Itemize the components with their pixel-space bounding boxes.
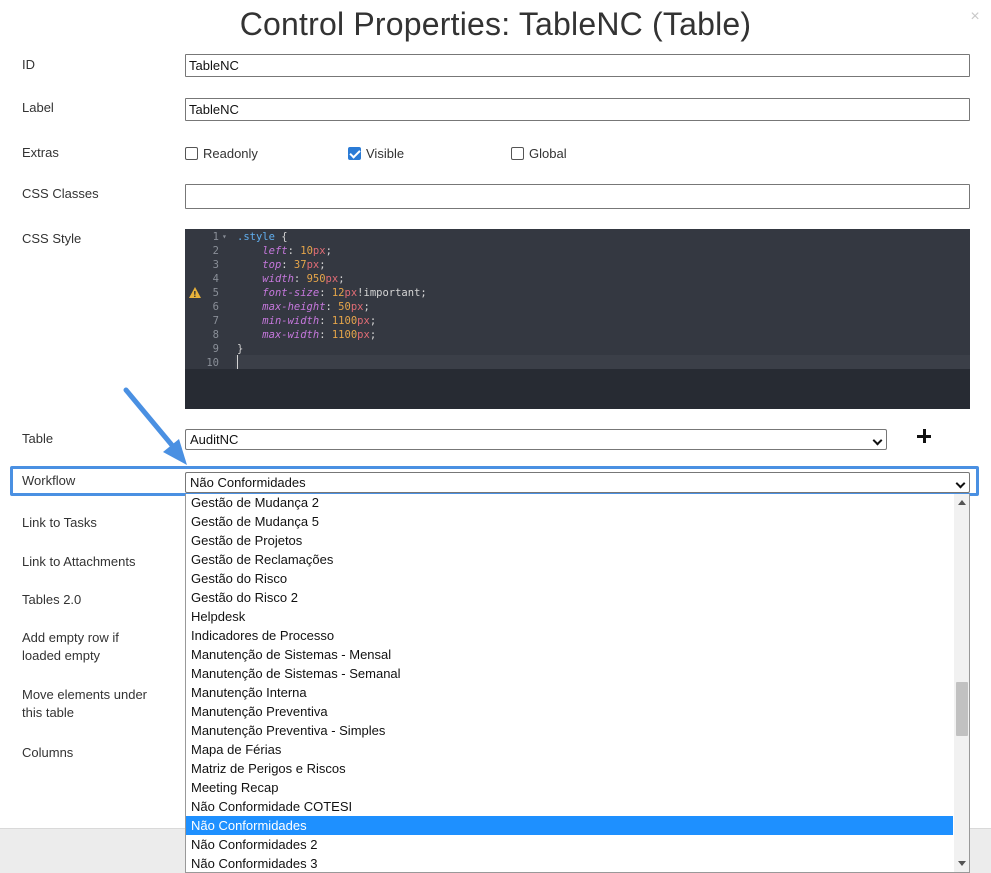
code-property: left [262, 245, 288, 257]
workflow-option[interactable]: Não Conformidades 3 [186, 854, 953, 872]
label-field[interactable] [185, 98, 970, 121]
workflow-option[interactable]: Gestão de Projetos [186, 531, 953, 550]
code-text: font-size: 12px!important; [262, 287, 427, 299]
code-number: 12 [331, 287, 345, 299]
tables2-label: Tables 2.0 [22, 592, 82, 607]
workflow-option[interactable]: Manutenção de Sistemas - Mensal [186, 645, 953, 664]
visible-checkbox[interactable] [348, 147, 361, 160]
workflow-option[interactable]: Indicadores de Processo [186, 626, 953, 645]
workflow-option[interactable]: Manutenção de Sistemas - Semanal [186, 664, 953, 683]
code-line: 7 min-width: 1100px; [185, 314, 970, 328]
css-classes-field[interactable] [185, 184, 970, 209]
add-table-button[interactable] [915, 427, 935, 447]
workflow-option[interactable]: Manutenção Interna [186, 683, 953, 702]
global-checkbox-group[interactable]: Global [511, 146, 567, 161]
columns-label: Columns [22, 745, 74, 760]
code-unit: px [344, 287, 358, 299]
workflow-option[interactable]: Gestão de Reclamações [186, 550, 953, 569]
code-number: 37 [293, 259, 307, 271]
add-empty-row-label: Add empty row if loaded empty [22, 629, 119, 665]
workflow-option[interactable]: Não Conformidades 2 [186, 835, 953, 854]
code-unit: px [357, 329, 370, 341]
code-number: 10 [300, 245, 313, 257]
scroll-down-icon[interactable] [958, 861, 966, 866]
code-property: top [262, 259, 282, 271]
close-icon[interactable]: × [967, 8, 983, 26]
workflow-option[interactable]: Manutenção Preventiva - Simples [186, 721, 953, 740]
code-number: 50 [338, 301, 351, 313]
visible-checkbox-group[interactable]: Visible [348, 146, 404, 161]
workflow-highlight-box [10, 466, 979, 496]
workflow-option[interactable]: Não Conformidades [186, 816, 953, 835]
workflow-option[interactable]: Mapa de Férias [186, 740, 953, 759]
workflow-option[interactable]: Meeting Recap [186, 778, 953, 797]
move-elements-label-line1: Move elements under [22, 687, 148, 702]
scroll-up-icon[interactable] [958, 500, 966, 505]
code-suffix: !important [357, 287, 421, 299]
annotation-arrow-icon [123, 387, 187, 465]
workflow-option[interactable]: Helpdesk [186, 607, 953, 626]
code-line: 9} [185, 342, 970, 356]
code-line: 1 ▾ .style { [185, 230, 970, 244]
code-number: 1100 [331, 315, 358, 327]
code-number: 1100 [331, 329, 358, 341]
table-select[interactable]: AuditNC [185, 429, 887, 450]
code-line: 2 left: 10px; [185, 244, 970, 258]
workflow-option[interactable]: Matriz de Perigos e Riscos [186, 759, 953, 778]
code-property: min-width [262, 315, 320, 327]
global-checkbox-label: Global [529, 146, 567, 161]
workflow-option[interactable]: Gestão do Risco [186, 569, 953, 588]
add-empty-row-label-line2: loaded empty [22, 648, 101, 663]
code-unit: px [357, 315, 370, 327]
link-tasks-label: Link to Tasks [22, 515, 97, 530]
code-number: 950 [306, 273, 326, 285]
code-line: 3 top: 37px; [185, 258, 970, 272]
code-unit: px [306, 259, 320, 271]
code-unit: px [312, 245, 326, 257]
add-empty-row-label-line1: Add empty row if [22, 630, 119, 645]
code-unit: px [325, 273, 339, 285]
code-unit: px [350, 301, 364, 313]
global-checkbox[interactable] [511, 147, 524, 160]
workflow-dropdown-list[interactable]: Gestão de Mudança 2 Gestão de Mudança 5 Ge… [185, 494, 970, 873]
workflow-option[interactable]: Gestão de Mudança 5 [186, 512, 953, 531]
code-property: width [262, 273, 294, 285]
code-line: 6 max-height: 50px; [185, 300, 970, 314]
code-property: font-size [262, 287, 320, 299]
move-elements-label-line2: this table [22, 705, 75, 720]
workflow-option[interactable]: Não Conformidade COTESI [186, 797, 953, 816]
workflow-option[interactable]: Manutenção Preventiva [186, 702, 953, 721]
code-line: 8 max-width: 1100px; [185, 328, 970, 342]
id-field[interactable] [185, 54, 970, 77]
code-property: max-height [262, 301, 326, 313]
css-style-editor[interactable]: 1 ▾ .style {2 left: 10px; 3 top: 37px; 4 wid… [185, 229, 970, 409]
code-line: 5 font-size: 12px!important; [185, 286, 970, 302]
dropdown-scrollbar[interactable] [954, 494, 969, 872]
scrollbar-thumb[interactable] [956, 682, 968, 736]
chevron-down-icon [872, 435, 883, 446]
code-punctuation: { [274, 231, 288, 243]
code-line: 10 [185, 356, 970, 370]
visible-checkbox-label: Visible [366, 146, 405, 161]
workflow-option[interactable]: Gestão do Risco 2 [186, 588, 953, 607]
link-attachments-label: Link to Attachments [22, 554, 136, 569]
workflow-option[interactable]: Gestão de Mudança 2 [186, 494, 953, 512]
code-line: 4 width: 950px; [185, 272, 970, 286]
move-elements-label: Move elements under this table [22, 686, 147, 722]
code-property: max-width [262, 329, 320, 341]
